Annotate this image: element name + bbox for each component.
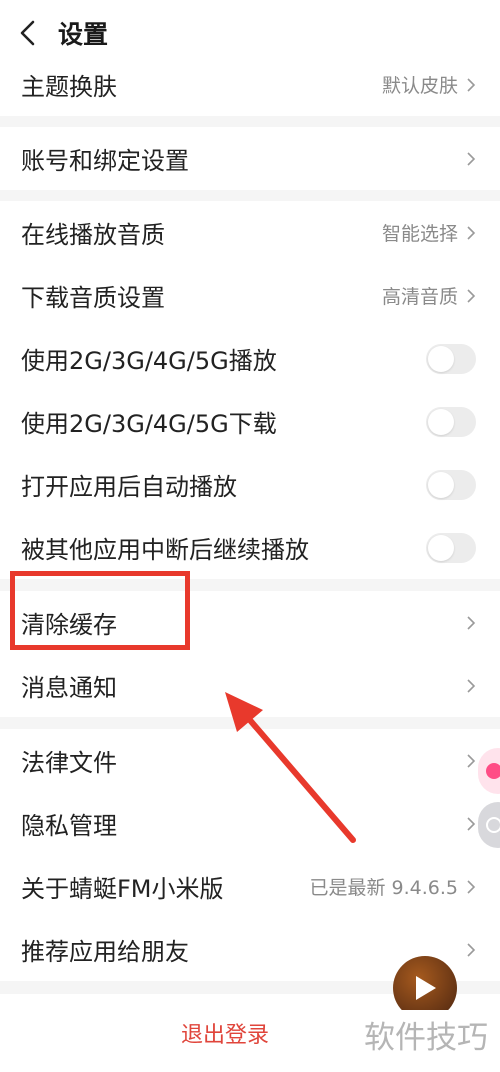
row-right xyxy=(458,942,476,958)
row-label: 推荐应用给朋友 xyxy=(21,938,189,966)
play-icon xyxy=(416,976,436,1000)
chevron-right-icon xyxy=(467,615,476,630)
row-value: 默认皮肤 xyxy=(381,75,458,97)
row-right xyxy=(458,151,476,167)
row-right: 已是最新 9.4.6.5 xyxy=(309,873,476,900)
row-value: 智能选择 xyxy=(381,223,458,245)
row-label: 被其他应用中断后继续播放 xyxy=(21,536,309,564)
annotation-arrow-icon xyxy=(225,692,356,843)
page-title: 设置 xyxy=(58,20,109,49)
row-value: 高清音质 xyxy=(381,286,458,308)
settings-row-mobile-download: 使用2G/3G/4G/5G下载 xyxy=(0,390,500,453)
chevron-right-icon xyxy=(467,816,476,831)
autoplay-toggle[interactable] xyxy=(426,469,476,500)
settings-row-online-quality[interactable]: 在线播放音质 智能选择 xyxy=(0,201,500,264)
chevron-right-icon xyxy=(467,942,476,957)
row-right: 高清音质 xyxy=(382,282,476,309)
back-button[interactable] xyxy=(18,16,52,50)
row-label: 法律文件 xyxy=(21,749,117,777)
row-right: 默认皮肤 xyxy=(382,71,476,98)
plus-circle-icon xyxy=(486,763,500,779)
row-label: 账号和绑定设置 xyxy=(21,147,189,175)
row-label: 隐私管理 xyxy=(21,812,117,840)
settings-row-autoplay: 打开应用后自动播放 xyxy=(0,453,500,516)
mobile-download-toggle[interactable] xyxy=(426,406,476,437)
row-right xyxy=(458,615,476,631)
mobile-play-toggle[interactable] xyxy=(426,343,476,374)
annotation-highlight-box xyxy=(10,571,190,650)
version-value: 已是最新 9.4.6.5 xyxy=(309,877,458,899)
logout-button[interactable]: 退出登录 xyxy=(181,1017,269,1049)
settings-row-account[interactable]: 账号和绑定设置 xyxy=(0,127,500,190)
chevron-right-icon xyxy=(467,678,476,693)
chevron-right-icon xyxy=(467,288,476,303)
row-label: 使用2G/3G/4G/5G播放 xyxy=(21,347,277,375)
top-bar: 设置 xyxy=(0,0,500,66)
row-label: 使用2G/3G/4G/5G下载 xyxy=(21,410,277,438)
row-label: 打开应用后自动播放 xyxy=(21,473,237,501)
chevron-right-icon xyxy=(467,879,476,894)
settings-row-about[interactable]: 关于蜻蜓FM小米版 已是最新 9.4.6.5 xyxy=(0,855,500,918)
chevron-right-icon xyxy=(467,77,476,92)
settings-group-account: 账号和绑定设置 xyxy=(0,127,500,190)
row-right: 智能选择 xyxy=(382,219,476,246)
row-label: 下载音质设置 xyxy=(21,284,165,312)
settings-row-mobile-play: 使用2G/3G/4G/5G播放 xyxy=(0,327,500,390)
chevron-left-icon xyxy=(20,20,35,46)
row-label: 在线播放音质 xyxy=(21,221,165,249)
row-label: 消息通知 xyxy=(21,674,117,702)
row-label: 主题换肤 xyxy=(21,73,117,101)
row-right xyxy=(458,678,476,694)
search-icon xyxy=(486,817,500,833)
settings-group-playback: 在线播放音质 智能选择 下载音质设置 高清音质 使用2G/3G/4G/5G播放 … xyxy=(0,201,500,579)
settings-row-resume: 被其他应用中断后继续播放 xyxy=(0,516,500,579)
chevron-right-icon xyxy=(467,753,476,768)
row-label: 关于蜻蜓FM小米版 xyxy=(21,875,224,903)
row-right xyxy=(458,816,476,832)
watermark-text: 软件技巧 xyxy=(358,1010,494,1059)
row-right xyxy=(458,753,476,769)
resume-toggle[interactable] xyxy=(426,532,476,563)
chevron-right-icon xyxy=(467,151,476,166)
settings-row-download-quality[interactable]: 下载音质设置 高清音质 xyxy=(0,264,500,327)
chevron-right-icon xyxy=(467,225,476,240)
